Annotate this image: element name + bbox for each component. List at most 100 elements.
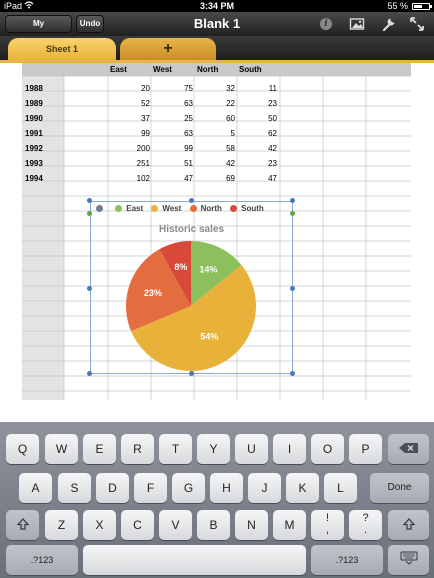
my-spreadsheets-button[interactable]: My Spreadsheets [5,15,72,44]
cell-east[interactable]: 99 [110,126,150,141]
shift-key-left[interactable] [6,510,39,540]
cell-north[interactable]: 69 [197,171,235,186]
cell-west[interactable]: 63 [153,126,193,141]
resize-handle[interactable] [189,198,194,203]
key-exclaim-comma[interactable]: ! , [311,510,344,540]
fullscreen-icon[interactable] [409,16,425,32]
resize-handle[interactable] [87,371,92,376]
row-year[interactable]: 1989 [25,96,43,111]
legend-label: North [200,204,222,213]
resize-handle[interactable] [87,211,92,216]
cell-south[interactable]: 23 [239,96,277,111]
cell-south[interactable]: 11 [239,81,277,96]
row-year[interactable]: 1992 [25,141,43,156]
key-w[interactable]: W [45,434,78,464]
column-header-east[interactable]: East [110,63,127,76]
shift-key-right[interactable] [388,510,429,540]
key-m[interactable]: M [273,510,306,540]
row-year[interactable]: 1993 [25,156,43,171]
column-header-north[interactable]: North [197,63,218,76]
cell-east[interactable]: 200 [110,141,150,156]
key-s[interactable]: S [58,473,91,503]
cell-north[interactable]: 5 [197,126,235,141]
key-question-period[interactable]: ? . [349,510,382,540]
numbers-key-right[interactable]: .?123 [311,545,383,575]
cell-west[interactable]: 75 [153,81,193,96]
key-t[interactable]: T [159,434,192,464]
key-i[interactable]: I [273,434,306,464]
resize-handle[interactable] [290,211,295,216]
cell-north[interactable]: 42 [197,156,235,171]
key-d[interactable]: D [96,473,129,503]
chart-title[interactable]: Historic sales [90,224,293,235]
legend-item [96,204,107,213]
key-n[interactable]: N [235,510,268,540]
cell-west[interactable]: 47 [153,171,193,186]
cell-north[interactable]: 22 [197,96,235,111]
resize-handle[interactable] [290,198,295,203]
key-a[interactable]: A [19,473,52,503]
tools-icon[interactable] [381,16,397,32]
key-l[interactable]: L [324,473,357,503]
row-year[interactable]: 1990 [25,111,43,126]
row-year[interactable]: 1994 [25,171,43,186]
page-gap [0,400,434,422]
pie-data-label: 23% [144,288,162,298]
backspace-key[interactable] [388,434,429,464]
cell-west[interactable]: 99 [153,141,193,156]
resize-handle[interactable] [87,198,92,203]
key-v[interactable]: V [159,510,192,540]
cell-east[interactable]: 251 [110,156,150,171]
cell-east[interactable]: 20 [110,81,150,96]
cell-south[interactable]: 62 [239,126,277,141]
resize-handle[interactable] [290,286,295,291]
keyboard-hide-key[interactable] [388,545,429,575]
column-header-west[interactable]: West [153,63,172,76]
key-q[interactable]: Q [6,434,39,464]
key-o[interactable]: O [311,434,344,464]
numbers-key-left[interactable]: .?123 [6,545,78,575]
cell-south[interactable]: 50 [239,111,277,126]
cell-east[interactable]: 52 [110,96,150,111]
key-u[interactable]: U [235,434,268,464]
done-key[interactable]: Done [370,473,429,503]
space-bar[interactable] [83,545,306,575]
key-k[interactable]: K [286,473,319,503]
cell-north[interactable]: 60 [197,111,235,126]
key-p[interactable]: P [349,434,382,464]
resize-handle[interactable] [290,371,295,376]
legend-swatch [151,205,159,212]
key-f[interactable]: F [134,473,167,503]
key-y[interactable]: Y [197,434,230,464]
cell-north[interactable]: 58 [197,141,235,156]
info-icon[interactable]: i [318,16,334,32]
add-sheet-button[interactable]: + [120,38,216,60]
resize-handle[interactable] [87,286,92,291]
key-g[interactable]: G [172,473,205,503]
media-icon[interactable] [349,16,365,32]
key-h[interactable]: H [210,473,243,503]
row-year[interactable]: 1988 [25,81,43,96]
cell-south[interactable]: 47 [239,171,277,186]
key-z[interactable]: Z [45,510,78,540]
cell-north[interactable]: 32 [197,81,235,96]
resize-handle[interactable] [189,371,194,376]
cell-south[interactable]: 23 [239,156,277,171]
cell-south[interactable]: 42 [239,141,277,156]
cell-east[interactable]: 102 [110,171,150,186]
column-header-south[interactable]: South [239,63,262,76]
undo-button[interactable]: Undo [76,15,104,33]
cell-west[interactable]: 63 [153,96,193,111]
cell-west[interactable]: 51 [153,156,193,171]
row-year[interactable]: 1991 [25,126,43,141]
key-e[interactable]: E [83,434,116,464]
key-j[interactable]: J [248,473,281,503]
key-x[interactable]: X [83,510,116,540]
tab-sheet-1[interactable]: Sheet 1 [8,38,116,60]
cell-west[interactable]: 25 [153,111,193,126]
cell-east[interactable]: 37 [110,111,150,126]
pie-chart[interactable]: East West North South Historic sales 14%… [87,198,295,376]
key-c[interactable]: C [121,510,154,540]
key-b[interactable]: B [197,510,230,540]
key-r[interactable]: R [121,434,154,464]
